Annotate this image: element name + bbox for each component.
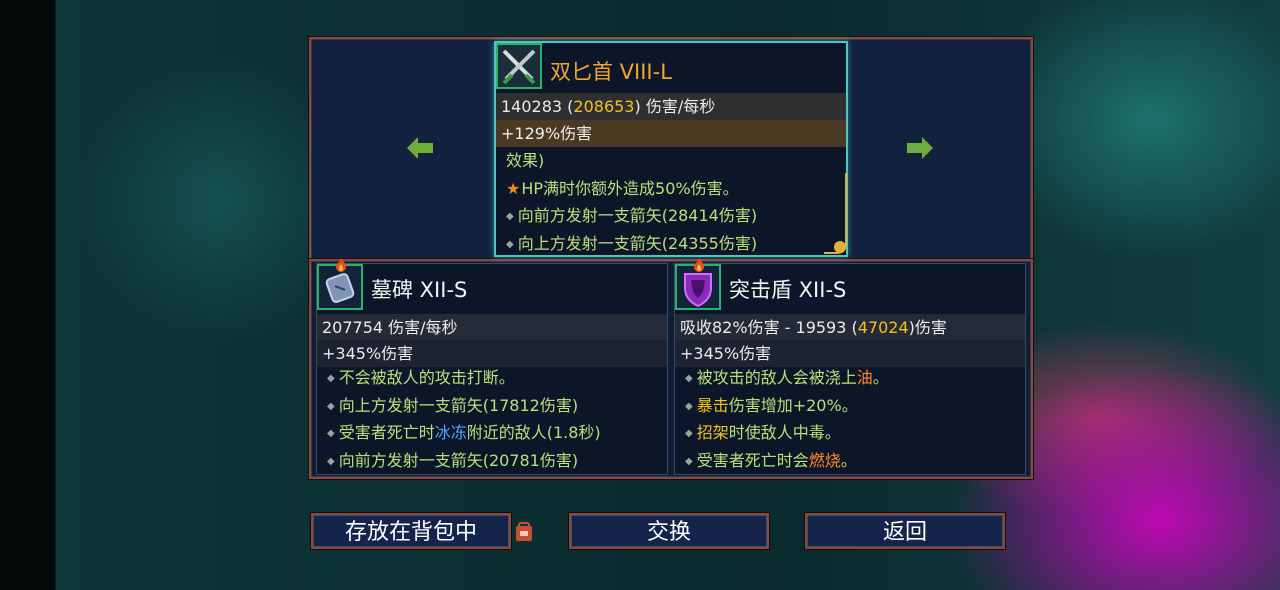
diamond-bullet-icon: ◆ (506, 211, 514, 222)
effect-line: ◆ 暴击伤害增加+20%。 (685, 395, 858, 415)
left-item-title: 墓碑 XII-S (371, 278, 468, 302)
right-item-effects: ◆ 被攻击的敌人会被浇上油。 ◆ 暴击伤害增加+20%。 ◆ 招架时使敌人中毒。 ◆ 受… (675, 364, 1025, 474)
swap-button[interactable]: 交换 (569, 513, 769, 549)
left-item-card: 墓碑 XII-S 207754 伤害/每秒 +345%伤害 ◆ 不会被敌人的攻击打… (316, 258, 668, 475)
effect-line: ◆ 招架时使敌人中毒。 (685, 423, 841, 442)
diamond-bullet-icon: ◆ (685, 428, 693, 439)
right-item-card: 突击盾 XII-S 吸收82%伤害 - 19593 (47024)伤害 +345… (674, 258, 1026, 475)
store-in-backpack-button[interactable]: 存放在背包中 (311, 513, 511, 549)
back-button[interactable]: 返回 (805, 513, 1005, 549)
right-item-dps: 吸收82%伤害 - 19593 (47024)伤害 (675, 314, 1025, 341)
diamond-bullet-icon: ◆ (327, 455, 335, 467)
effects-header: 效果) (506, 151, 545, 170)
effect-line: ◆ 向前方发射一支箭矢(28414伤害) (506, 206, 758, 225)
effect-line: ◆ 向上方发射一支箭矢(24355伤害) (506, 233, 758, 253)
prev-arrow-icon[interactable] (407, 137, 433, 159)
effect-line: ◆ 不会被敌人的攻击打断。 (327, 368, 515, 387)
left-item-dps: 207754 伤害/每秒 (317, 314, 667, 341)
effect-line: ★HP满时你额外造成50%伤害。 (506, 178, 739, 198)
right-item-title: 突击盾 XII-S (729, 278, 847, 302)
diamond-bullet-icon: ◆ (685, 400, 693, 412)
diamond-bullet-icon: ◆ (506, 238, 514, 250)
star-icon: ★ (506, 178, 521, 198)
effect-line: ◆ 受害者死亡时冰冻附近的敌人(1.8秒) (327, 423, 601, 442)
left-item-bonus: +345%伤害 (317, 340, 667, 367)
diamond-bullet-icon: ◆ (327, 373, 335, 384)
main-item-dps: 140283 (208653) 伤害/每秒 (496, 93, 846, 120)
diamond-bullet-icon: ◆ (685, 455, 693, 467)
flame-icon (694, 258, 704, 272)
flame-icon (336, 258, 346, 272)
backpack-icon (516, 522, 532, 541)
main-item-card: 双匕首 VIII-L 140283 (208653) 伤害/每秒 +129%伤害… (494, 41, 848, 257)
main-item-title: 双匕首 VIII-L (550, 60, 672, 84)
effect-line: ◆ 被攻击的敌人会被浇上油。 (685, 368, 889, 387)
diamond-bullet-icon: ◆ (327, 428, 335, 439)
next-arrow-icon[interactable] (907, 137, 933, 159)
effect-line: ◆ 受害者死亡时会燃烧。 (685, 450, 857, 470)
legendary-corner-ornament (824, 173, 847, 254)
effect-line: ◆ 向上方发射一支箭矢(17812伤害) (327, 395, 579, 415)
main-item-effects: 效果) ★HP满时你额外造成50%伤害。 ◆ 向前方发射一支箭矢(28414伤害)… (496, 147, 846, 257)
diamond-bullet-icon: ◆ (327, 400, 335, 412)
left-item-effects: ◆ 不会被敌人的攻击打断。 ◆ 向上方发射一支箭矢(17812伤害) ◆ 受害者死亡时… (317, 364, 667, 474)
main-item-bonus: +129%伤害 (496, 120, 846, 147)
twin-daggers-icon (496, 43, 542, 89)
effect-line: ◆ 向前方发射一支箭矢(20781伤害) (327, 450, 579, 470)
right-item-bonus: +345%伤害 (675, 340, 1025, 367)
diamond-bullet-icon: ◆ (685, 373, 693, 384)
